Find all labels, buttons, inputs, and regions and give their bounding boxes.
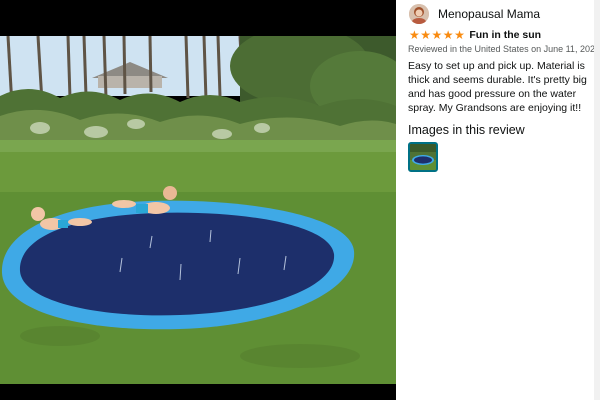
star-icon: ★ [431,28,443,42]
review-image-thumbnail[interactable] [408,142,438,172]
review-date: Reviewed in the United States on June 11… [408,44,600,54]
star-icon: ★ [442,28,454,42]
reviewer-profile[interactable]: Menopausal Mama [409,4,540,24]
review-text: Easy to set up and pick up. Material is … [408,60,587,114]
star-icon: ★ [420,28,432,42]
reviewer-avatar[interactable] [409,4,429,24]
star-rating: ★ ★ ★ ★ ★ [409,29,465,41]
rating-row: ★ ★ ★ ★ ★ Fun in the sun [409,29,541,41]
star-icon: ★ [454,28,465,42]
review-panel: Menopausal Mama ★ ★ ★ ★ ★ Fun in the sun Rev… [396,0,600,400]
images-heading: Images in this review [408,123,525,137]
review-photo[interactable] [0,36,396,384]
review-title: Fun in the sun [469,29,542,41]
reviewer-name[interactable]: Menopausal Mama [438,7,540,21]
image-viewer [0,0,396,400]
star-icon: ★ [409,28,420,42]
scrollbar[interactable] [594,0,600,400]
